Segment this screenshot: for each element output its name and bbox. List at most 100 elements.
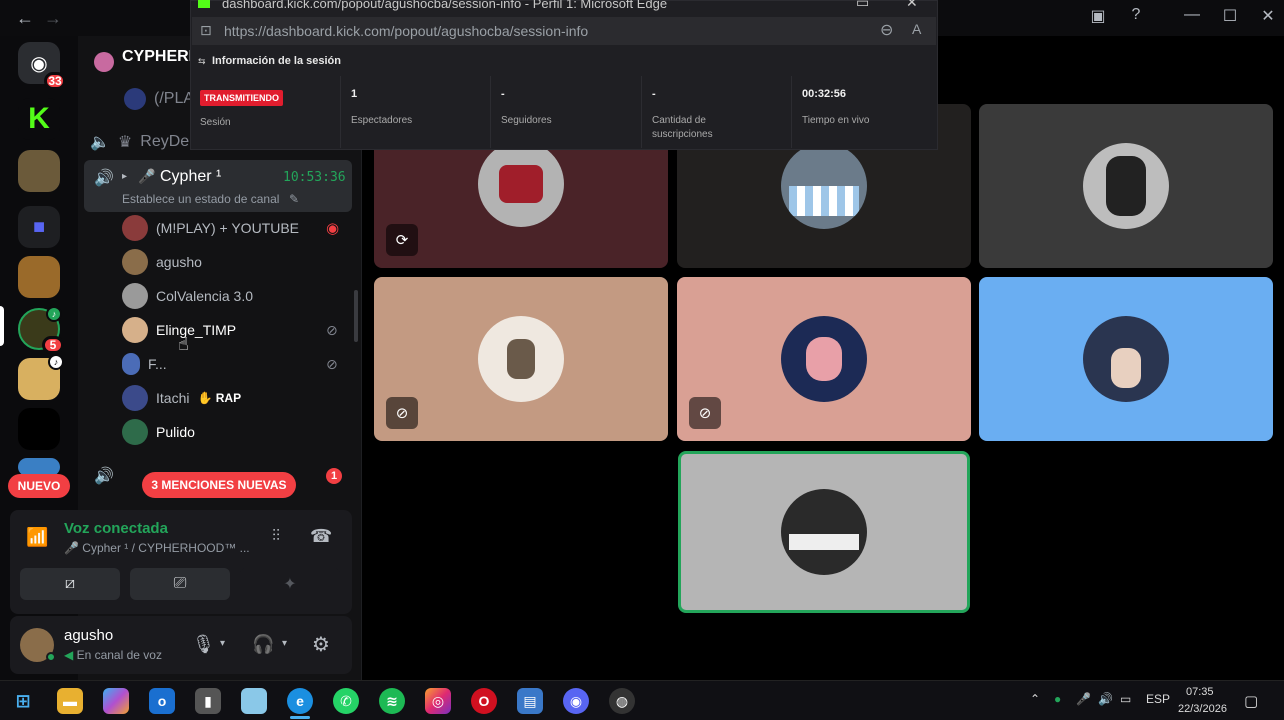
volume-icon[interactable]: 🔊 [1098, 692, 1113, 706]
headphones-icon[interactable]: 🎧 [252, 634, 274, 655]
member-row[interactable]: F... [122, 350, 167, 378]
zoom-icon[interactable]: ⊖ [880, 20, 893, 40]
activities-button[interactable]: ✦ [240, 568, 340, 600]
kick-logo-icon: K [28, 102, 50, 135]
instagram-icon[interactable]: ◎ [425, 688, 451, 714]
stat-followers: - Seguidores [490, 76, 641, 148]
server-avatar-2[interactable] [18, 256, 60, 298]
file-explorer-icon[interactable]: ▬ [57, 688, 83, 714]
read-aloud-icon[interactable]: A [912, 21, 921, 37]
mic-icon: 🎤 [138, 168, 156, 184]
opera-icon[interactable]: O [471, 688, 497, 714]
tag-label: RAP [215, 391, 242, 405]
server-icon [94, 52, 114, 72]
close-icon[interactable]: ✕ [906, 0, 918, 11]
lock-icon[interactable]: ⊡ [200, 22, 212, 39]
app-icon[interactable]: ▮ [195, 688, 221, 714]
avatar [1083, 316, 1169, 402]
whatsapp-icon[interactable]: ✆ [333, 688, 359, 714]
stat-label: Tiempo en vivo [802, 115, 870, 126]
hand-icon: ✋ [197, 391, 213, 405]
member-row[interactable]: ColValencia 3.0 [122, 282, 253, 310]
gear-icon[interactable]: ⚙ [312, 632, 330, 657]
folder-icon[interactable]: ■ [18, 206, 60, 248]
tray-app-icon[interactable]: ● [1054, 692, 1061, 706]
participant-tile-4[interactable]: ⊘ [374, 277, 668, 441]
copilot-icon[interactable] [103, 688, 129, 714]
minimize-icon[interactable]: — [1180, 6, 1204, 24]
member-row[interactable]: Pulido [122, 418, 195, 446]
mouse-cursor-icon: ☝ [178, 334, 189, 354]
screen-share-button[interactable]: ⎚ [130, 568, 230, 600]
channel-pla[interactable]: (/PLA [124, 88, 194, 110]
avatar [781, 143, 867, 229]
channel-name: Cypher ¹ [160, 168, 222, 185]
channel-timer: 10:53:36 [283, 170, 346, 185]
minimize-icon[interactable]: ▭ [856, 0, 869, 11]
participant-tile-3[interactable] [979, 104, 1273, 268]
language-indicator[interactable]: ESP [1146, 692, 1170, 706]
participant-tile-5[interactable]: ⊘ [677, 277, 971, 441]
mic-icon[interactable]: 🎙 [192, 634, 215, 655]
server-avatar-3[interactable]: ♪ [18, 354, 64, 400]
channel-label: ReyDe [140, 133, 190, 150]
chevron-down-icon[interactable]: ▾ [220, 638, 225, 649]
sidebar-scrollbar[interactable] [354, 290, 358, 342]
user-name[interactable]: agusho [64, 627, 113, 644]
notepad-icon[interactable] [241, 688, 267, 714]
stat-viewers: 1 Espectadores [340, 76, 490, 148]
channel-status[interactable]: Establece un estado de canal [122, 192, 279, 206]
disconnect-icon[interactable]: ☎ [310, 526, 332, 547]
avatar [122, 215, 148, 241]
participant-tile-7-speaking[interactable] [678, 451, 970, 613]
maximize-icon[interactable]: ☐ [1218, 6, 1242, 26]
back-arrow-icon[interactable]: ← [16, 8, 34, 29]
stat-label: Cantidad de suscripciones [652, 115, 713, 140]
outlook-icon[interactable]: o [149, 688, 175, 714]
spotify-icon[interactable]: ≋ [379, 688, 405, 714]
mic-icon[interactable]: 🎤 [1076, 692, 1091, 706]
clock-date[interactable]: 22/3/2026 [1178, 703, 1227, 715]
discord-home-button[interactable]: ◉ 33 [18, 42, 66, 90]
edge-icon[interactable]: e [287, 688, 313, 714]
new-badge[interactable]: NUEVO [8, 474, 70, 498]
help-icon[interactable]: ? [1124, 6, 1148, 24]
network-icon[interactable]: ▭ [1120, 692, 1131, 706]
server-avatar-1[interactable] [18, 150, 60, 192]
clock-time[interactable]: 07:35 [1186, 686, 1214, 698]
user-panel [10, 616, 352, 674]
server-avatar-4[interactable] [18, 408, 60, 450]
member-row[interactable]: (M!PLAY) + YOUTUBE [122, 214, 299, 242]
start-button[interactable]: ⊞ [10, 688, 36, 714]
kick-favicon-icon [198, 0, 210, 8]
signal-icon[interactable]: 📶 [26, 527, 48, 548]
forward-arrow-icon[interactable]: → [44, 8, 62, 29]
popout-title: dashboard.kick.com/popout/agushocba/sess… [222, 0, 668, 11]
camera-button[interactable]: ⧄ [20, 568, 120, 600]
chevron-down-icon[interactable]: ▾ [282, 638, 287, 649]
avatar [122, 353, 140, 375]
notifications-icon[interactable]: ▢ [1244, 692, 1258, 710]
stat-subscriptions: - Cantidad de suscripciones [641, 76, 791, 148]
voice-status[interactable]: Voz conectada [64, 520, 168, 537]
server-kick[interactable]: K [18, 98, 60, 140]
new-mentions-button[interactable]: 3 MENCIONES NUEVAS [142, 472, 296, 498]
inbox-icon[interactable]: ▣ [1086, 6, 1110, 26]
channel-reyde[interactable]: 🔈 ♛ ReyDe [90, 132, 189, 152]
chevron-up-icon[interactable]: ⌃ [1030, 692, 1040, 706]
obs-icon[interactable]: ◍ [609, 688, 635, 714]
stat-label: Espectadores [351, 115, 413, 126]
member-row[interactable]: Itachi ✋ RAP [122, 384, 241, 412]
discord-icon[interactable]: ◉ [563, 688, 589, 714]
avatar [478, 316, 564, 402]
pencil-icon[interactable]: ✎ [289, 192, 299, 206]
noise-suppression-icon[interactable]: ⫶⫶ [272, 528, 280, 546]
remote-desktop-icon[interactable]: ▤ [517, 688, 543, 714]
close-icon[interactable]: ✕ [1256, 6, 1280, 26]
server-avatar-active[interactable]: ♪ 5 [18, 306, 64, 354]
participant-tile-6[interactable] [979, 277, 1273, 441]
member-row[interactable]: agusho [122, 248, 202, 276]
chevron-down-icon[interactable]: ▸ [122, 171, 127, 182]
avatar [1083, 143, 1169, 229]
url-text[interactable]: https://dashboard.kick.com/popout/agusho… [224, 23, 588, 39]
